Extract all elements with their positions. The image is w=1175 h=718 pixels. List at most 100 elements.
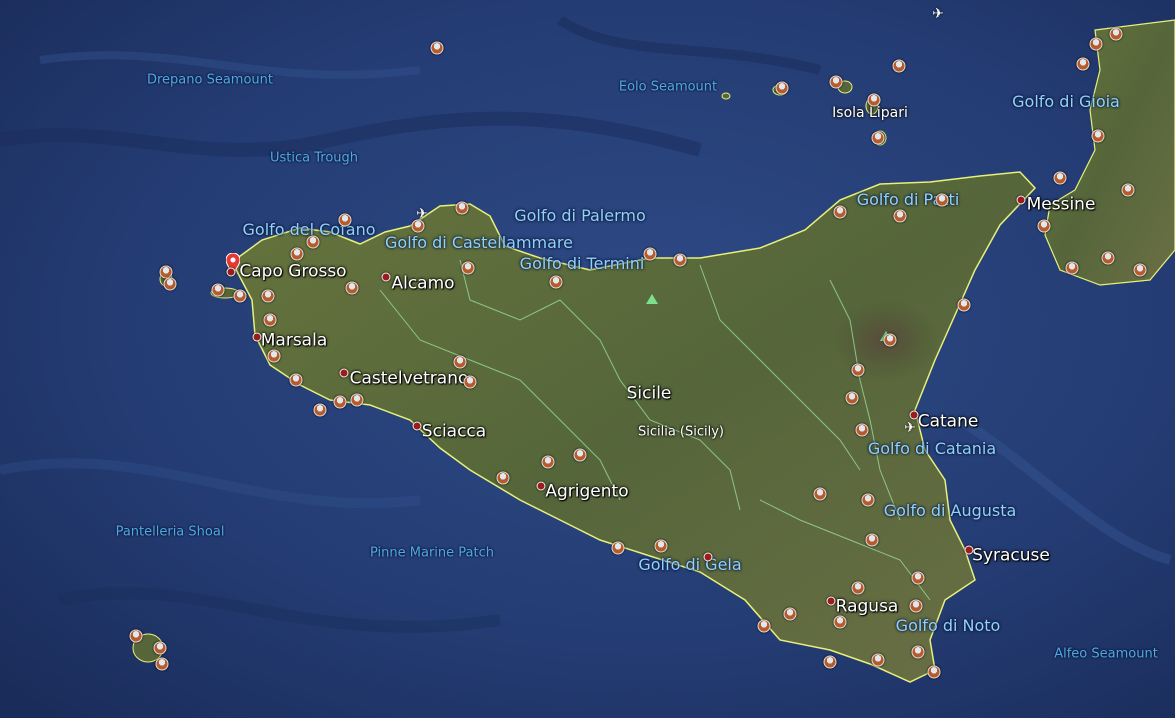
- photo-icon[interactable]: [927, 665, 941, 679]
- castelvetrano-label[interactable]: Castelvetrano: [350, 370, 469, 388]
- photo-icon[interactable]: [861, 493, 875, 507]
- photo-icon[interactable]: [129, 629, 143, 643]
- photo-icon[interactable]: [783, 607, 797, 621]
- golfo-di-catania-label: Golfo di Catania: [867, 439, 997, 458]
- photo-icon[interactable]: [453, 355, 467, 369]
- photo-icon[interactable]: [496, 471, 510, 485]
- photo-icon[interactable]: [233, 289, 247, 303]
- photo-icon[interactable]: [833, 615, 847, 629]
- photo-icon[interactable]: [883, 333, 897, 347]
- photo-icon[interactable]: [1065, 261, 1079, 275]
- photo-icon[interactable]: [893, 209, 907, 223]
- photo-icon[interactable]: [345, 281, 359, 295]
- photo-icon[interactable]: [1053, 171, 1067, 185]
- photo-icon[interactable]: [290, 247, 304, 261]
- marsala-label[interactable]: Marsala: [261, 332, 328, 350]
- photo-icon[interactable]: [871, 131, 885, 145]
- photo-icon[interactable]: [267, 349, 281, 363]
- city-dot-icon[interactable]: [703, 552, 713, 562]
- photo-icon[interactable]: [865, 533, 879, 547]
- photo-icon[interactable]: [851, 363, 865, 377]
- photo-icon[interactable]: [333, 395, 347, 409]
- photo-icon[interactable]: [261, 289, 275, 303]
- city-dot-icon[interactable]: [226, 267, 236, 277]
- photo-icon[interactable]: [263, 313, 277, 327]
- photo-icon[interactable]: [935, 193, 949, 207]
- photo-icon[interactable]: [461, 261, 475, 275]
- photo-icon[interactable]: [549, 275, 563, 289]
- photo-icon[interactable]: [611, 541, 625, 555]
- photo-icon[interactable]: [673, 253, 687, 267]
- photo-icon[interactable]: [851, 581, 865, 595]
- photo-icon[interactable]: [338, 213, 352, 227]
- ragusa-label[interactable]: Ragusa: [836, 598, 899, 616]
- messine-label[interactable]: Messine: [1027, 196, 1096, 214]
- photo-icon[interactable]: [1121, 183, 1135, 197]
- photo-icon[interactable]: [430, 41, 444, 55]
- photo-icon[interactable]: [757, 619, 771, 633]
- photo-icon[interactable]: [911, 571, 925, 585]
- photo-icon[interactable]: [654, 539, 668, 553]
- photo-icon[interactable]: [573, 448, 587, 462]
- photo-icon[interactable]: [911, 645, 925, 659]
- photo-icon[interactable]: [845, 391, 859, 405]
- photo-icon[interactable]: [813, 487, 827, 501]
- pinne-marine-patch-label: Pinne Marine Patch: [370, 545, 494, 561]
- photo-icon[interactable]: [1133, 263, 1147, 277]
- photo-icon[interactable]: [313, 403, 327, 417]
- photo-icon[interactable]: [643, 247, 657, 261]
- photo-icon[interactable]: [155, 657, 169, 671]
- city-dot-icon[interactable]: [1016, 195, 1026, 205]
- golfo-di-augusta-label: Golfo di Augusta: [883, 501, 1017, 520]
- photo-icon[interactable]: [855, 423, 869, 437]
- agrigento-label[interactable]: Agrigento: [545, 483, 628, 501]
- photo-icon[interactable]: [871, 653, 885, 667]
- photo-icon[interactable]: [306, 235, 320, 249]
- city-dot-icon[interactable]: [826, 596, 836, 606]
- photo-icon[interactable]: [823, 655, 837, 669]
- isola-lipari-label: Isola Lipari: [832, 105, 908, 121]
- city-dot-icon[interactable]: [339, 368, 349, 378]
- satellite-map[interactable]: Drepano Seamount Eolo Seamount Ustica Tr…: [0, 0, 1175, 718]
- photo-icon[interactable]: [153, 641, 167, 655]
- photo-icon[interactable]: [829, 75, 843, 89]
- photo-icon[interactable]: [463, 375, 477, 389]
- golfo-di-castellammare-label: Golfo di Castellammare: [385, 233, 573, 252]
- photo-icon[interactable]: [350, 393, 364, 407]
- photo-icon[interactable]: [541, 455, 555, 469]
- sciacca-label[interactable]: Sciacca: [422, 423, 486, 441]
- photo-icon[interactable]: [909, 599, 923, 613]
- city-dot-icon[interactable]: [536, 481, 546, 491]
- photo-icon[interactable]: [867, 93, 881, 107]
- sicile-label[interactable]: Sicile: [627, 385, 672, 403]
- golfo-di-gioia-label: Golfo di Gioia: [1012, 92, 1120, 111]
- photo-icon[interactable]: [775, 81, 789, 95]
- photo-icon[interactable]: [1076, 57, 1090, 71]
- photo-icon[interactable]: [1101, 251, 1115, 265]
- map-base: [0, 0, 1175, 718]
- photo-icon[interactable]: [163, 277, 177, 291]
- city-dot-icon[interactable]: [252, 332, 262, 342]
- alcamo-label[interactable]: Alcamo: [391, 275, 454, 293]
- syracuse-label[interactable]: Syracuse: [972, 547, 1050, 565]
- photo-icon[interactable]: [289, 373, 303, 387]
- photo-icon[interactable]: [1037, 219, 1051, 233]
- photo-icon[interactable]: [1089, 37, 1103, 51]
- capo-grosso-label[interactable]: Capo Grosso: [239, 263, 346, 281]
- airplane-icon[interactable]: ✈: [904, 420, 916, 436]
- photo-icon[interactable]: [411, 219, 425, 233]
- photo-icon[interactable]: [833, 205, 847, 219]
- city-dot-icon[interactable]: [909, 410, 919, 420]
- photo-icon[interactable]: [455, 201, 469, 215]
- city-dot-icon[interactable]: [964, 545, 974, 555]
- city-dot-icon[interactable]: [412, 421, 422, 431]
- photo-icon[interactable]: [1109, 27, 1123, 41]
- photo-icon[interactable]: [1091, 129, 1105, 143]
- airplane-icon[interactable]: ✈: [932, 6, 944, 22]
- photo-icon[interactable]: [957, 298, 971, 312]
- volcano-peak-icon[interactable]: [646, 294, 658, 304]
- catane-label[interactable]: Catane: [918, 413, 979, 431]
- photo-icon[interactable]: [892, 59, 906, 73]
- photo-icon[interactable]: [211, 283, 225, 297]
- city-dot-icon[interactable]: [381, 272, 391, 282]
